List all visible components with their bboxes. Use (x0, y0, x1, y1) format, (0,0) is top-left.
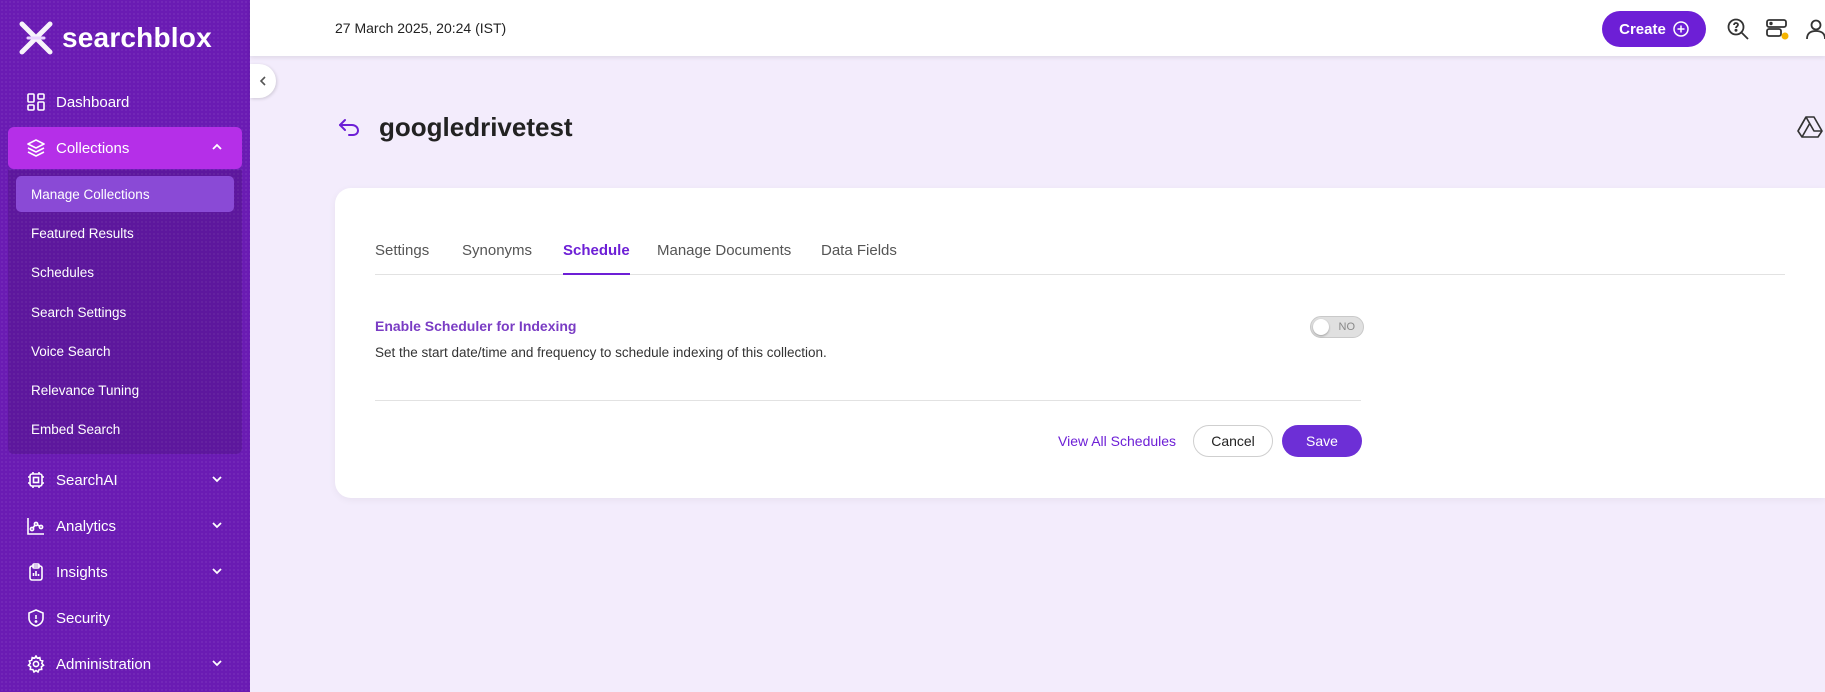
plus-circle-icon (1673, 21, 1689, 37)
dashboard-icon (26, 92, 46, 112)
tab-bar: Settings Synonyms Schedule Manage Docume… (375, 242, 1785, 275)
sidebar-item-analytics[interactable]: Analytics (8, 505, 242, 547)
sidebar-item-searchai[interactable]: SearchAI (8, 459, 242, 501)
sidebar-item-label: Security (56, 609, 111, 627)
submenu-item-featured-results[interactable]: Featured Results (16, 215, 234, 251)
save-button[interactable]: Save (1282, 425, 1362, 457)
shield-icon (26, 608, 46, 628)
submenu-item-manage-collections[interactable]: Manage Collections (16, 176, 234, 212)
sidebar-collapse-button[interactable] (250, 64, 276, 98)
chevron-down-icon (212, 660, 222, 667)
create-label: Create (1619, 20, 1666, 38)
scheduler-label: Enable Scheduler for Indexing (375, 318, 577, 334)
sidebar-item-collections[interactable]: Collections (8, 127, 242, 169)
chip-icon (26, 470, 46, 490)
chevron-down-icon (212, 568, 222, 575)
top-bar: 27 March 2025, 20:24 (IST) Create (250, 0, 1825, 56)
page-title: googledrivetest (379, 112, 573, 142)
sidebar-item-label: Collections (56, 139, 130, 157)
tab-synonyms[interactable]: Synonyms (462, 242, 532, 275)
sidebar-item-security[interactable]: Security (8, 597, 242, 639)
sidebar: searchblox Dashboard Collections Manage … (0, 0, 250, 692)
brand-logo[interactable]: searchblox (18, 18, 212, 58)
submenu-item-schedules[interactable]: Schedules (16, 254, 234, 290)
chevron-up-icon (212, 143, 222, 150)
sidebar-item-label: Insights (56, 563, 108, 581)
view-all-schedules-link[interactable]: View All Schedules (1058, 433, 1176, 449)
sidebar-item-label: SearchAI (56, 471, 118, 489)
tab-settings[interactable]: Settings (375, 242, 429, 275)
sidebar-item-insights[interactable]: Insights (8, 551, 242, 593)
submenu-item-search-settings[interactable]: Search Settings (16, 294, 234, 330)
tab-schedule[interactable]: Schedule (563, 242, 630, 275)
submenu-item-relevance-tuning[interactable]: Relevance Tuning (16, 372, 234, 408)
collection-settings-card: Settings Synonyms Schedule Manage Docume… (335, 188, 1825, 498)
scheduler-toggle[interactable]: NO (1310, 316, 1364, 338)
server-status-icon[interactable] (1765, 17, 1789, 41)
cancel-button[interactable]: Cancel (1193, 425, 1273, 457)
scheduler-description: Set the start date/time and frequency to… (375, 345, 827, 360)
brand-name: searchblox (62, 22, 212, 53)
tab-data-fields[interactable]: Data Fields (821, 242, 897, 275)
current-datetime: 27 March 2025, 20:24 (IST) (335, 20, 507, 36)
collections-submenu: Manage Collections Featured Results Sche… (8, 170, 242, 454)
sidebar-item-administration[interactable]: Administration (8, 643, 242, 685)
sidebar-item-dashboard[interactable]: Dashboard (8, 81, 242, 123)
gear-icon (26, 654, 46, 674)
back-arrow-icon[interactable] (337, 115, 361, 139)
searchblox-logo-icon (19, 21, 53, 55)
chevron-left-icon (259, 76, 266, 86)
analytics-icon (26, 516, 46, 536)
toggle-state-text: NO (1338, 321, 1356, 333)
chevron-down-icon (212, 476, 222, 483)
chevron-down-icon (212, 522, 222, 529)
clipboard-icon (26, 562, 46, 582)
submenu-item-voice-search[interactable]: Voice Search (16, 333, 234, 369)
create-button[interactable]: Create (1602, 11, 1706, 47)
help-search-icon[interactable] (1726, 17, 1750, 41)
sidebar-item-label: Administration (56, 655, 152, 673)
google-drive-icon (1797, 116, 1823, 138)
layers-icon (26, 138, 46, 158)
sidebar-item-label: Dashboard (56, 93, 130, 111)
submenu-item-embed-search[interactable]: Embed Search (16, 411, 234, 447)
user-icon[interactable] (1804, 17, 1825, 41)
divider (375, 400, 1361, 401)
tab-manage-documents[interactable]: Manage Documents (657, 242, 791, 275)
sidebar-item-label: Analytics (56, 517, 117, 535)
toggle-knob (1313, 319, 1329, 335)
